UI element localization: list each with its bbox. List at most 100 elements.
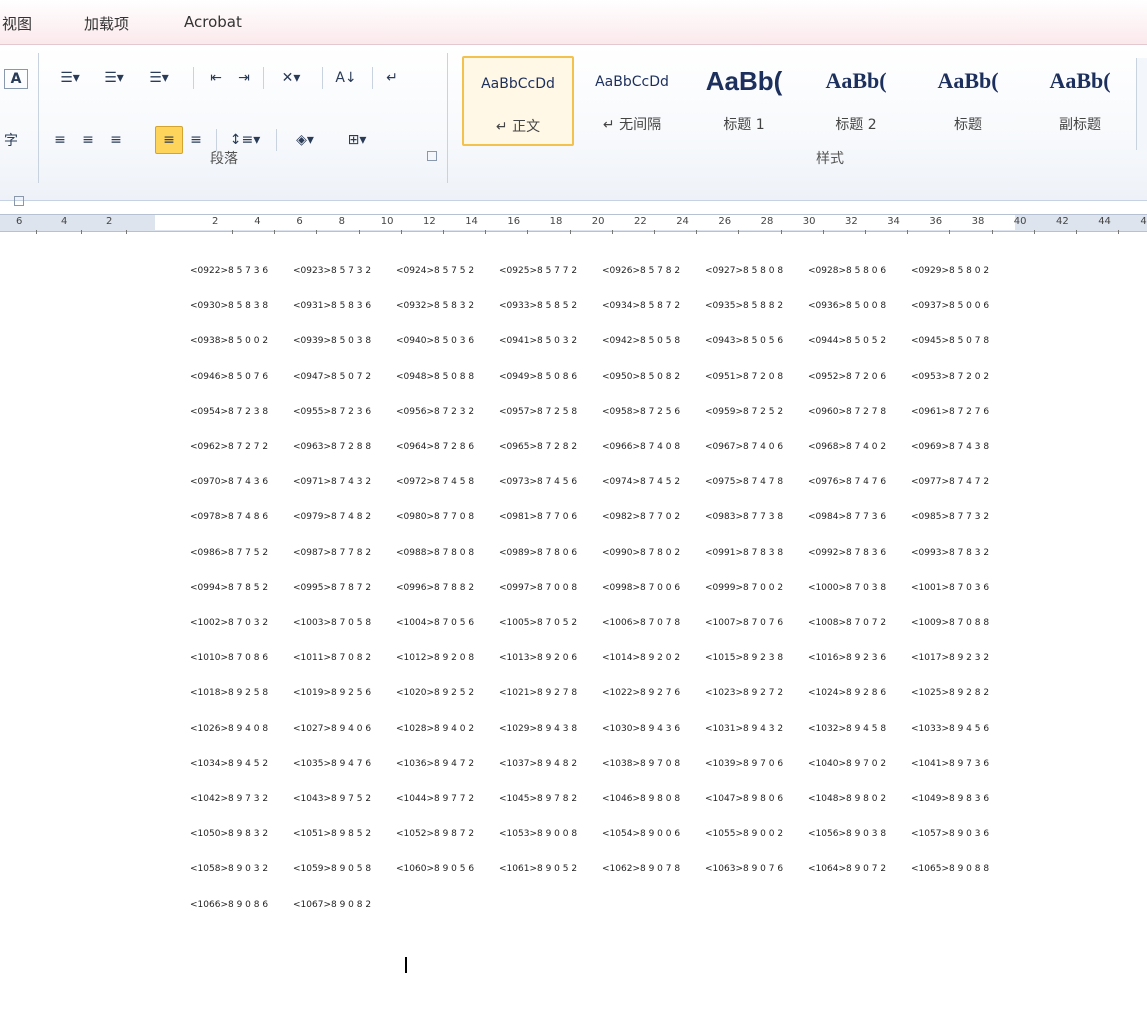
style-normal[interactable]: AaBbCcDd ↵ 正文 <box>462 56 574 146</box>
code-entry: <0935>8 5 8 8 2 <box>705 301 784 312</box>
code-entry: <1050>8 9 8 3 2 <box>190 829 269 840</box>
code-entry: <0931>8 5 8 3 6 <box>293 301 372 312</box>
code-entry: <0929>8 5 8 0 2 <box>911 266 990 276</box>
ruler-tick <box>865 230 866 234</box>
ruler-tick <box>822 230 824 234</box>
numbering-button[interactable]: ☰▾ <box>94 65 134 91</box>
shading-button[interactable]: ◈▾ <box>282 127 328 153</box>
code-entry: <1002>8 7 0 3 2 <box>190 618 269 628</box>
tab-addins[interactable]: 加载项 <box>84 13 129 34</box>
code-entry: <0974>8 7 4 5 2 <box>602 477 681 488</box>
ruler-tick <box>126 230 127 234</box>
code-entry: <0990>8 7 8 0 2 <box>602 547 681 558</box>
style-subtitle[interactable]: AaBb( 副标题 <box>1026 56 1134 142</box>
code-entry: <0969>8 7 4 3 8 <box>911 442 990 452</box>
sort-button[interactable]: A↓ <box>332 65 360 91</box>
code-entry: <0997>8 7 0 0 8 <box>499 582 578 593</box>
code-entry: <1026>8 9 4 0 8 <box>190 723 269 734</box>
code-entry: <1060>8 9 0 5 6 <box>396 864 475 875</box>
code-entry: <0928>8 5 8 0 6 <box>808 266 887 276</box>
text-box-icon[interactable]: A <box>4 69 28 89</box>
code-entry: <0966>8 7 4 0 8 <box>602 442 681 452</box>
separator <box>193 67 194 89</box>
code-entry: <0967>8 7 4 0 6 <box>705 442 784 452</box>
code-entry: <0939>8 5 0 3 8 <box>293 336 372 347</box>
code-entry: <1018>8 9 2 5 8 <box>190 688 269 699</box>
styles-gallery: AaBbCcDd ↵ 正文 AaBbCcDd ↵ 无间隔 AaBb( 标题 1 … <box>456 53 1136 146</box>
code-entry: <0930>8 5 8 3 8 <box>190 301 269 312</box>
code-entry: <1006>8 7 0 7 8 <box>602 618 681 628</box>
paragraph-dialog-launcher[interactable] <box>427 151 437 161</box>
align-right-button[interactable]: ≡ <box>104 127 128 153</box>
ruler-number: 8 <box>338 216 345 227</box>
chinese-layout-button[interactable]: ✕▾ <box>270 65 312 91</box>
code-entry: <0987>8 7 7 8 2 <box>293 547 372 558</box>
code-entry: <0940>8 5 0 3 6 <box>396 336 475 347</box>
decrease-indent-button[interactable]: ⇤ <box>204 65 228 91</box>
bullets-button[interactable]: ☰▾ <box>50 65 90 91</box>
ruler-number: 34 <box>887 216 900 227</box>
code-entry: <1046>8 9 8 0 8 <box>602 794 681 804</box>
code-entry: <1054>8 9 0 0 6 <box>602 829 681 840</box>
tab-view[interactable]: 视图 <box>2 13 32 34</box>
ruler-tick <box>654 230 655 234</box>
code-entry: <1024>8 9 2 8 6 <box>808 688 887 699</box>
show-marks-button[interactable]: ↵ <box>380 65 404 91</box>
style-title[interactable]: AaBb( 标题 <box>914 56 1022 142</box>
code-entry: <1057>8 9 0 3 6 <box>911 829 990 840</box>
code-entry: <1051>8 9 8 5 2 <box>293 829 372 840</box>
ruler-number: 2 <box>212 216 219 227</box>
styles-gallery-scrollbar[interactable] <box>1136 58 1147 150</box>
ruler-number: 12 <box>423 216 436 227</box>
code-entry: <0938>8 5 0 0 2 <box>190 336 269 347</box>
ruler-number: 40 <box>1013 216 1027 227</box>
style-heading-2[interactable]: AaBb( 标题 2 <box>802 56 910 142</box>
code-entry: <1005>8 7 0 5 2 <box>499 618 578 628</box>
code-entry: <0984>8 7 7 3 6 <box>808 512 887 523</box>
code-entry: <0922>8 5 7 3 6 <box>190 266 269 276</box>
multilevel-list-button[interactable]: ☰▾ <box>138 65 180 91</box>
ruler-number: 18 <box>549 216 563 227</box>
code-entry: <1000>8 7 0 3 8 <box>808 582 887 593</box>
code-entry: <0945>8 5 0 7 8 <box>911 336 990 347</box>
code-entry: <0933>8 5 8 5 2 <box>499 301 578 312</box>
code-entry: <0975>8 7 4 7 8 <box>705 477 784 488</box>
code-entry: <0961>8 7 2 7 6 <box>911 406 990 417</box>
ruler-number: 2 <box>106 216 113 227</box>
ruler-number: 6 <box>16 216 23 227</box>
code-entry: <1017>8 9 2 3 2 <box>911 653 990 664</box>
ruler-tick <box>81 230 82 234</box>
code-entry: <0955>8 7 2 3 6 <box>293 406 372 417</box>
style-heading-1[interactable]: AaBb( 标题 1 <box>690 56 798 142</box>
style-no-spacing[interactable]: AaBbCcDd ↵ 无间隔 <box>578 56 686 142</box>
code-entry: <1042>8 9 7 3 2 <box>190 794 269 804</box>
tab-acrobat[interactable]: Acrobat <box>184 13 242 31</box>
separator <box>372 67 373 89</box>
code-entry: <1013>8 9 2 0 6 <box>499 653 578 664</box>
code-entry: <0942>8 5 0 5 8 <box>602 336 681 347</box>
code-entry: <0941>8 5 0 3 2 <box>499 336 578 347</box>
code-entry: <0924>8 5 7 5 2 <box>396 266 475 276</box>
borders-button[interactable]: ⊞▾ <box>334 127 380 153</box>
distributed-button[interactable]: ≡ <box>184 127 208 153</box>
code-entry: <0932>8 5 8 3 2 <box>396 301 475 312</box>
increase-indent-button[interactable]: ⇥ <box>232 65 256 91</box>
ruler-page-area <box>155 215 1015 230</box>
code-entry: <0927>8 5 8 0 8 <box>705 266 784 276</box>
code-entry: <1004>8 7 0 5 6 <box>396 618 475 628</box>
align-left-button[interactable]: ≡ <box>48 127 72 153</box>
justify-button[interactable]: ≡ <box>155 126 183 154</box>
document-page[interactable]: <0922>8 5 7 3 6 <0923>8 5 7 3 2 <0924>8 5 … <box>0 236 1147 1016</box>
ruler-tick <box>611 230 613 234</box>
code-entry: <1030>8 9 4 3 6 <box>602 723 681 734</box>
ruler-tick <box>1118 230 1120 234</box>
ruler-tick <box>358 230 360 234</box>
ruler-number: 42 <box>1056 216 1069 227</box>
ruler-number: 16 <box>507 216 521 227</box>
code-entry: <0977>8 7 4 7 2 <box>911 477 990 488</box>
code-entry: <0994>8 7 8 5 2 <box>190 582 269 593</box>
font-dialog-launcher[interactable] <box>14 196 24 206</box>
phonetic-guide-button[interactable]: 字 <box>0 127 22 153</box>
align-center-button[interactable]: ≡ <box>76 127 100 153</box>
code-entry: <0949>8 5 0 8 6 <box>499 371 578 382</box>
